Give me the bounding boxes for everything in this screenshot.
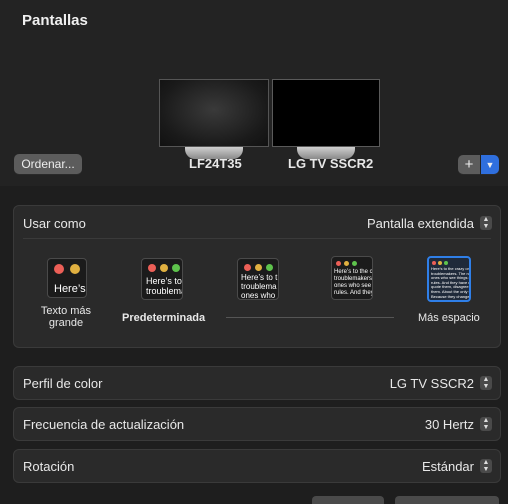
resolution-option-default[interactable]: Here’s to t troublemak xyxy=(141,258,183,300)
dot-green xyxy=(172,264,180,272)
usar-como-label: Usar como xyxy=(23,216,86,231)
divider xyxy=(23,238,491,239)
updown-chevron-icon[interactable]: ▲ ▼ xyxy=(480,216,492,230)
dot-green xyxy=(266,264,273,271)
add-display-button[interactable]: + xyxy=(458,155,480,174)
displays-arrangement-area: Pantallas LF24T35 LG TV SSCR2 Ordenar...… xyxy=(0,0,508,186)
arrange-button[interactable]: Ordenar... xyxy=(14,154,82,174)
dot-yellow xyxy=(160,264,168,272)
color-profile-row: Perfil de color LG TV SSCR2 ▲ ▼ xyxy=(13,366,501,400)
preview-text: Here’s to t troublema ones who xyxy=(241,273,278,300)
display-name-lg-tv: LG TV SSCR2 xyxy=(288,156,374,171)
dot-green xyxy=(352,261,357,266)
preview-text: Here’s to the c troublemakers. ones who … xyxy=(334,269,373,296)
dot-green xyxy=(444,261,448,265)
color-profile-value[interactable]: LG TV SSCR2 xyxy=(390,376,474,391)
preview-text: Here’s to the crazy one troublemakers. T… xyxy=(431,266,471,299)
rotation-label: Rotación xyxy=(23,459,75,474)
chevron-down-icon[interactable]: ▼ xyxy=(481,155,499,174)
dot-red xyxy=(54,264,64,274)
page-title: Pantallas xyxy=(22,12,88,29)
window-controls xyxy=(244,264,273,271)
window-controls xyxy=(148,264,180,272)
dot-red xyxy=(148,264,156,272)
refresh-rate-label: Frecuencia de actualización xyxy=(23,417,185,432)
resolution-label-default: Predeterminada xyxy=(122,312,206,324)
updown-chevron-icon[interactable]: ▲ ▼ xyxy=(480,417,492,431)
dot-red xyxy=(336,261,341,266)
rotation-row: Rotación Estándar ▲ ▼ xyxy=(13,449,501,483)
window-controls xyxy=(432,261,448,265)
resolution-option-4[interactable]: Here’s to the c troublemakers. ones who … xyxy=(331,256,373,300)
preview-text: Here’s xyxy=(54,283,86,295)
display-thumbnail-lg-tv[interactable] xyxy=(272,79,380,159)
dot-red xyxy=(244,264,251,271)
dot-red xyxy=(432,261,436,265)
resolution-label-more-space: Más espacio xyxy=(418,312,480,324)
updown-chevron-icon[interactable]: ▲ ▼ xyxy=(480,376,492,390)
dot-yellow xyxy=(70,264,80,274)
bottom-button-left[interactable] xyxy=(312,496,384,504)
updown-chevron-icon[interactable]: ▲ ▼ xyxy=(480,459,492,473)
resolution-option-3[interactable]: Here’s to t troublema ones who xyxy=(237,258,279,300)
resolution-slider-track xyxy=(226,317,394,318)
dot-yellow xyxy=(344,261,349,266)
rotation-value[interactable]: Estándar xyxy=(422,459,474,474)
display-name-lf24t35: LF24T35 xyxy=(189,156,242,171)
usar-como-value[interactable]: Pantalla extendida xyxy=(367,216,474,231)
window-controls xyxy=(336,261,357,266)
bottom-button-right[interactable] xyxy=(395,496,499,504)
display-thumbnail-lf24t35[interactable] xyxy=(159,79,269,159)
preview-text: Here’s to t troublemak xyxy=(146,276,182,297)
usar-como-panel: Usar como Pantalla extendida ▲ ▼ Here’s T… xyxy=(13,205,501,348)
resolution-option-more-space[interactable]: Here’s to the crazy one troublemakers. T… xyxy=(427,256,471,302)
dot-yellow xyxy=(438,261,442,265)
resolution-option-larger-text[interactable]: Here’s xyxy=(47,258,87,298)
color-profile-label: Perfil de color xyxy=(23,376,103,391)
window-controls xyxy=(54,264,80,274)
refresh-rate-row: Frecuencia de actualización 30 Hertz ▲ ▼ xyxy=(13,407,501,441)
dot-yellow xyxy=(255,264,262,271)
refresh-rate-value[interactable]: 30 Hertz xyxy=(425,417,474,432)
resolution-label-larger-text: Texto más grande xyxy=(40,305,92,329)
